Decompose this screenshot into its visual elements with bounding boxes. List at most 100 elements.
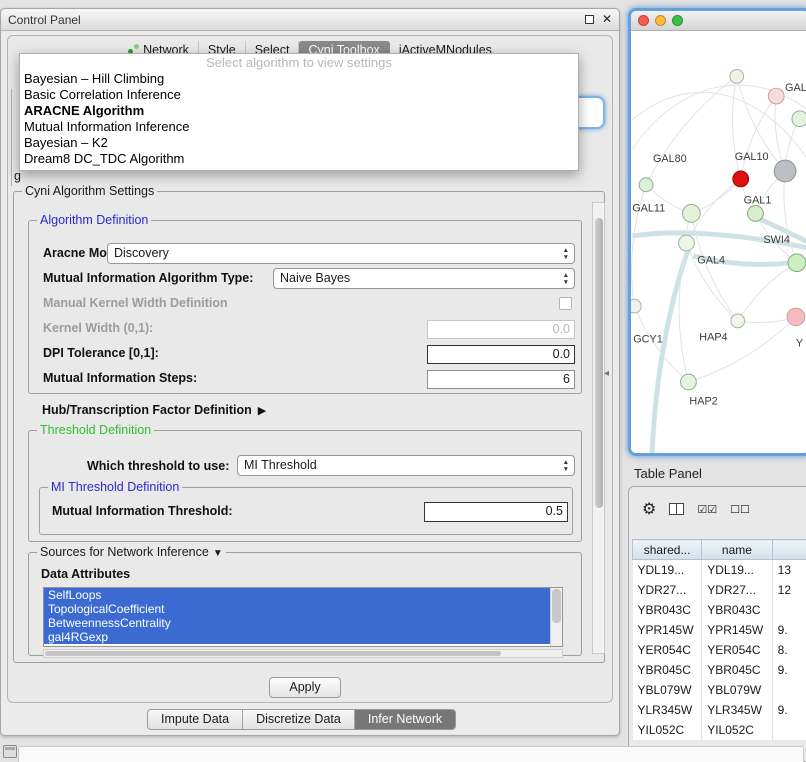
mi-threshold-group-title: MI Threshold Definition xyxy=(48,480,182,494)
mi-threshold-label: Mutual Information Threshold: xyxy=(52,504,233,518)
mi-threshold-group: MI Threshold Definition Mutual Informati… xyxy=(39,487,573,535)
deselect-all-checkboxes-icon[interactable]: ☐☐ xyxy=(730,503,750,516)
algorithm-option[interactable]: Dream8 DC_TDC Algorithm xyxy=(20,151,578,167)
table-row[interactable]: YER054CYER054C8. xyxy=(633,640,806,660)
network-node-label: HAP2 xyxy=(689,396,717,408)
window-controls: ✕ xyxy=(585,13,612,25)
obscured-label-fragment: g xyxy=(14,169,21,183)
which-threshold-select[interactable]: MI Threshold ▲▼ xyxy=(237,455,575,476)
attribute-item[interactable]: BetweennessCentrality xyxy=(44,616,550,630)
network-node[interactable] xyxy=(681,374,697,390)
attribute-list-hscrollbar-thumb[interactable] xyxy=(45,651,501,656)
network-node[interactable] xyxy=(787,308,805,326)
gear-icon[interactable]: ⚙ xyxy=(642,499,656,519)
panel-dock-icon[interactable] xyxy=(3,745,17,758)
table-row[interactable]: YLR345WYLR345W9. xyxy=(633,700,806,720)
table-row[interactable]: YDL19...YDL19...13 xyxy=(633,560,806,581)
column-header[interactable]: name xyxy=(702,540,772,560)
network-window-titlebar[interactable] xyxy=(631,11,806,31)
network-node[interactable] xyxy=(683,205,701,223)
close-traffic-icon[interactable] xyxy=(638,15,649,26)
network-node-label: GAL10 xyxy=(735,151,769,163)
attribute-item[interactable]: SelfLoops xyxy=(44,588,550,602)
close-window-icon[interactable]: ✕ xyxy=(602,13,612,25)
kernel-width-field[interactable]: 0.0 xyxy=(427,320,575,339)
threshold-definition-title: Threshold Definition xyxy=(37,423,154,437)
aracne-mode-select[interactable]: Discovery ▲▼ xyxy=(107,243,575,264)
network-node[interactable] xyxy=(679,235,695,251)
table-row[interactable]: YIL052CYIL052C xyxy=(633,720,806,740)
algorithm-option[interactable]: Bayesian – Hill Climbing xyxy=(20,71,578,87)
network-node[interactable] xyxy=(748,206,764,222)
column-header[interactable]: shared... xyxy=(633,540,702,560)
network-node[interactable] xyxy=(639,178,653,192)
table-cell: YPR145W xyxy=(633,620,702,640)
table-cell: YLR345W xyxy=(702,700,772,720)
network-node[interactable] xyxy=(731,314,745,328)
node-attribute-table: shared...name YDL19...YDL19...13YDR27...… xyxy=(632,539,806,740)
manual-kernel-width-checkbox[interactable] xyxy=(559,297,572,310)
algorithm-option[interactable]: Basic Correlation Inference xyxy=(20,87,578,103)
table-cell: YER054C xyxy=(633,640,702,660)
table-body: YDL19...YDL19...13YDR27...YDR27...12YBR0… xyxy=(633,560,806,741)
algorithm-dropdown-popup: Select algorithm to view settings Bayesi… xyxy=(19,53,579,171)
attribute-item[interactable]: gal4RGexp xyxy=(44,630,550,644)
hub-definition-toggle[interactable]: Hub/Transcription Factor Definition▶ xyxy=(42,403,266,417)
float-window-icon[interactable] xyxy=(585,15,594,24)
network-node[interactable] xyxy=(788,254,806,272)
sources-title-text: Sources for Network Inference xyxy=(40,545,209,559)
attribute-item[interactable]: TopologicalCoefficient xyxy=(44,602,550,616)
collapsed-panel-strip[interactable] xyxy=(18,746,804,762)
table-row[interactable]: YBR043CYBR043C xyxy=(633,600,806,620)
algorithm-placeholder: Select algorithm to view settings xyxy=(20,55,578,71)
network-canvas-svg[interactable]: GAL80GAL10GAL11GAL1SWI4GAL4GCY1HAP4HAP2G… xyxy=(631,31,806,453)
control-panel-titlebar[interactable]: Control Panel ✕ xyxy=(1,9,619,31)
cyni-algorithm-settings-group: Cyni Algorithm Settings Algorithm Defini… xyxy=(13,191,605,663)
columns-icon[interactable] xyxy=(669,503,684,515)
mi-steps-field[interactable]: 6 xyxy=(427,370,575,389)
table-cell: YIL052C xyxy=(702,720,772,740)
column-header[interactable] xyxy=(772,540,806,560)
sources-group-title[interactable]: Sources for Network Inference▼ xyxy=(37,545,226,559)
attribute-list-scrollbar[interactable] xyxy=(550,588,562,646)
network-node-label: SWI4 xyxy=(763,234,789,246)
network-node[interactable] xyxy=(774,160,796,182)
apply-button[interactable]: Apply xyxy=(269,677,341,698)
minimize-traffic-icon[interactable] xyxy=(655,15,666,26)
mi-algorithm-type-select[interactable]: Naive Bayes ▲▼ xyxy=(273,268,575,289)
algorithm-option[interactable]: ARACNE Algorithm xyxy=(20,103,578,119)
attribute-list[interactable]: SelfLoopsTopologicalCoefficientBetweenne… xyxy=(43,587,563,647)
table-cell: YPR145W xyxy=(702,620,772,640)
attribute-list-hscrollbar[interactable] xyxy=(43,649,563,658)
which-threshold-label: Which threshold to use: xyxy=(87,459,229,473)
cyni-toolbox-pane: NetworkStyleSelectCyni ToolboxjActiveMNo… xyxy=(7,35,613,703)
splitter-collapse-arrow[interactable]: ◂ xyxy=(604,368,609,379)
network-node[interactable] xyxy=(792,111,806,127)
mi-threshold-field[interactable]: 0.5 xyxy=(424,502,568,522)
dpi-tolerance-field[interactable]: 0.0 xyxy=(427,345,575,364)
table-row[interactable]: YDR27...YDR27...12 xyxy=(633,580,806,600)
table-row[interactable]: YPR145WYPR145W9. xyxy=(633,620,806,640)
network-canvas[interactable]: GAL80GAL10GAL11GAL1SWI4GAL4GCY1HAP4HAP2G… xyxy=(631,31,806,453)
network-node[interactable] xyxy=(631,299,641,313)
algorithm-option[interactable]: Mutual Information Inference xyxy=(20,119,578,135)
bottom-tab-impute-data[interactable]: Impute Data xyxy=(148,710,243,729)
table-cell: YDR27... xyxy=(702,580,772,600)
select-all-checkboxes-icon[interactable]: ☑☑ xyxy=(697,503,717,516)
network-node[interactable] xyxy=(733,171,749,187)
window-title: Control Panel xyxy=(8,13,81,27)
attribute-list-scrollbar-thumb[interactable] xyxy=(552,589,561,623)
settings-scrollbar-thumb[interactable] xyxy=(595,218,603,508)
settings-scrollbar[interactable] xyxy=(592,202,605,654)
zoom-traffic-icon[interactable] xyxy=(672,15,683,26)
algorithm-option[interactable]: Bayesian – K2 xyxy=(20,135,578,151)
table-header-row: shared...name xyxy=(633,540,806,560)
bottom-tab-infer-network[interactable]: Infer Network xyxy=(355,710,455,729)
table-row[interactable]: YBL079WYBL079W xyxy=(633,680,806,700)
bottom-tab-discretize-data[interactable]: Discretize Data xyxy=(243,710,355,729)
mi-algorithm-type-label: Mutual Information Algorithm Type: xyxy=(43,271,253,285)
network-node[interactable] xyxy=(768,88,784,104)
table-row[interactable]: YBR045CYBR045C9. xyxy=(633,660,806,680)
network-edge xyxy=(691,213,737,320)
network-node[interactable] xyxy=(730,69,744,83)
